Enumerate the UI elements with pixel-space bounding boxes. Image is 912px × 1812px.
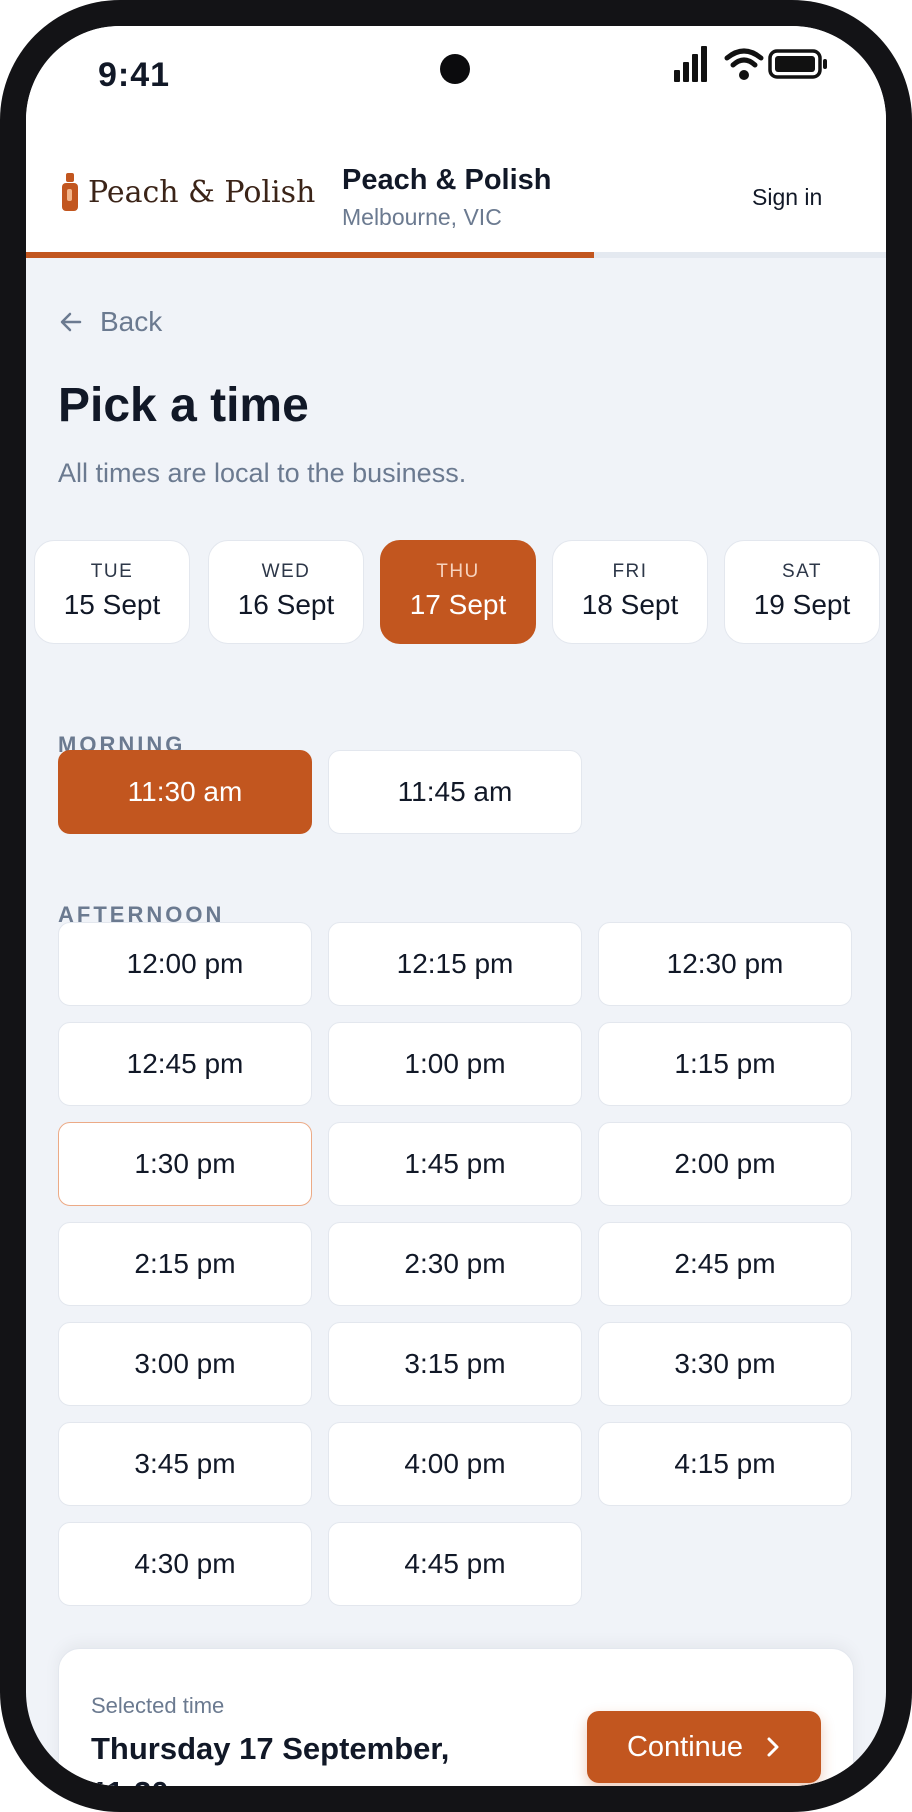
date-picker-row: TUE 15 Sept WED 16 Sept THU 17 Sept FRI 18 Sept… [34, 540, 886, 648]
day-date: 16 Sept [237, 589, 335, 620]
time-slot[interactable]: 4:45 pm [328, 1522, 582, 1606]
booking-progress-bar [26, 252, 886, 258]
time-slot[interactable]: 3:30 pm [598, 1322, 852, 1406]
status-time: 9:41 [98, 56, 171, 94]
day-option-fri[interactable]: FRI 18 Sept [552, 540, 708, 644]
arrow-left-icon [60, 312, 82, 332]
booking-progress-fill [26, 252, 594, 258]
business-location: Melbourne, VIC [342, 204, 502, 230]
time-slot[interactable]: 4:00 pm [328, 1422, 582, 1506]
day-date: 17 Sept [409, 589, 507, 620]
day-of-week: SAT [781, 561, 823, 582]
day-option-thu[interactable]: THU 17 Sept [380, 540, 536, 644]
app-header: Peach & Polish Peach & Polish Melbourne,… [26, 126, 886, 254]
day-option-sat[interactable]: SAT 19 Sept [724, 540, 880, 644]
time-slot[interactable]: 1:00 pm [328, 1022, 582, 1106]
phone-frame: 9:41 Peach & Polish Peach & Polish Melbo… [0, 0, 912, 1812]
time-slot[interactable]: 3:45 pm [58, 1422, 312, 1506]
chevron-right-icon [767, 1737, 779, 1757]
time-slot[interactable]: 1:45 pm [328, 1122, 582, 1206]
status-bar: 9:41 [26, 26, 886, 126]
time-slot[interactable]: 1:30 pm [58, 1122, 312, 1206]
day-date: 19 Sept [753, 589, 851, 620]
day-date: 15 Sept [63, 589, 161, 620]
time-slot[interactable]: 12:15 pm [328, 922, 582, 1006]
camera-icon [440, 54, 470, 84]
day-of-week: WED [261, 561, 311, 582]
time-slot[interactable]: 2:30 pm [328, 1222, 582, 1306]
time-slot[interactable]: 12:30 pm [598, 922, 852, 1006]
selection-summary-bar: Selected time Thursday 17 September, 11:… [58, 1648, 854, 1786]
time-slot[interactable]: 12:00 pm [58, 922, 312, 1006]
logo-text: Peach & Polish [88, 174, 316, 210]
back-label: Back [100, 306, 163, 337]
time-slot[interactable]: 1:15 pm [598, 1022, 852, 1106]
day-of-week: THU [436, 561, 480, 582]
screen: 9:41 Peach & Polish Peach & Polish Melbo… [26, 26, 886, 1786]
day-option-tue[interactable]: TUE 15 Sept [34, 540, 190, 644]
time-slot[interactable]: 2:00 pm [598, 1122, 852, 1206]
back-link[interactable]: Back [58, 306, 162, 338]
signal-icon [674, 46, 707, 82]
business-name: Peach & Polish [342, 164, 552, 196]
time-slot[interactable]: 11:45 am [328, 750, 582, 834]
day-option-wed[interactable]: WED 16 Sept [208, 540, 364, 644]
page-title: Pick a time [58, 379, 309, 432]
sign-in-link[interactable]: Sign in [752, 184, 822, 211]
day-of-week: TUE [90, 561, 134, 582]
wifi-icon [724, 48, 764, 80]
continue-label: Continue [626, 1730, 744, 1763]
battery-icon [768, 49, 827, 79]
time-slot[interactable]: 4:30 pm [58, 1522, 312, 1606]
selected-time-label: Selected time [91, 1693, 225, 1718]
time-slot[interactable]: 2:45 pm [598, 1222, 852, 1306]
selected-time-value: Thursday 17 September, 11:30 am [91, 1731, 450, 1786]
time-slot[interactable]: 3:00 pm [58, 1322, 312, 1406]
page-subtitle: All times are local to the business. [58, 458, 467, 488]
time-slot[interactable]: 11:30 am [58, 750, 312, 834]
time-slot[interactable]: 3:15 pm [328, 1322, 582, 1406]
time-slot[interactable]: 2:15 pm [58, 1222, 312, 1306]
time-slot[interactable]: 4:15 pm [598, 1422, 852, 1506]
continue-button[interactable]: Continue [587, 1711, 821, 1783]
brand-logo[interactable]: Peach & Polish [62, 172, 315, 212]
time-slot[interactable]: 12:45 pm [58, 1022, 312, 1106]
day-of-week: FRI [612, 561, 648, 582]
nail-polish-icon [62, 173, 78, 211]
day-date: 18 Sept [581, 589, 679, 620]
